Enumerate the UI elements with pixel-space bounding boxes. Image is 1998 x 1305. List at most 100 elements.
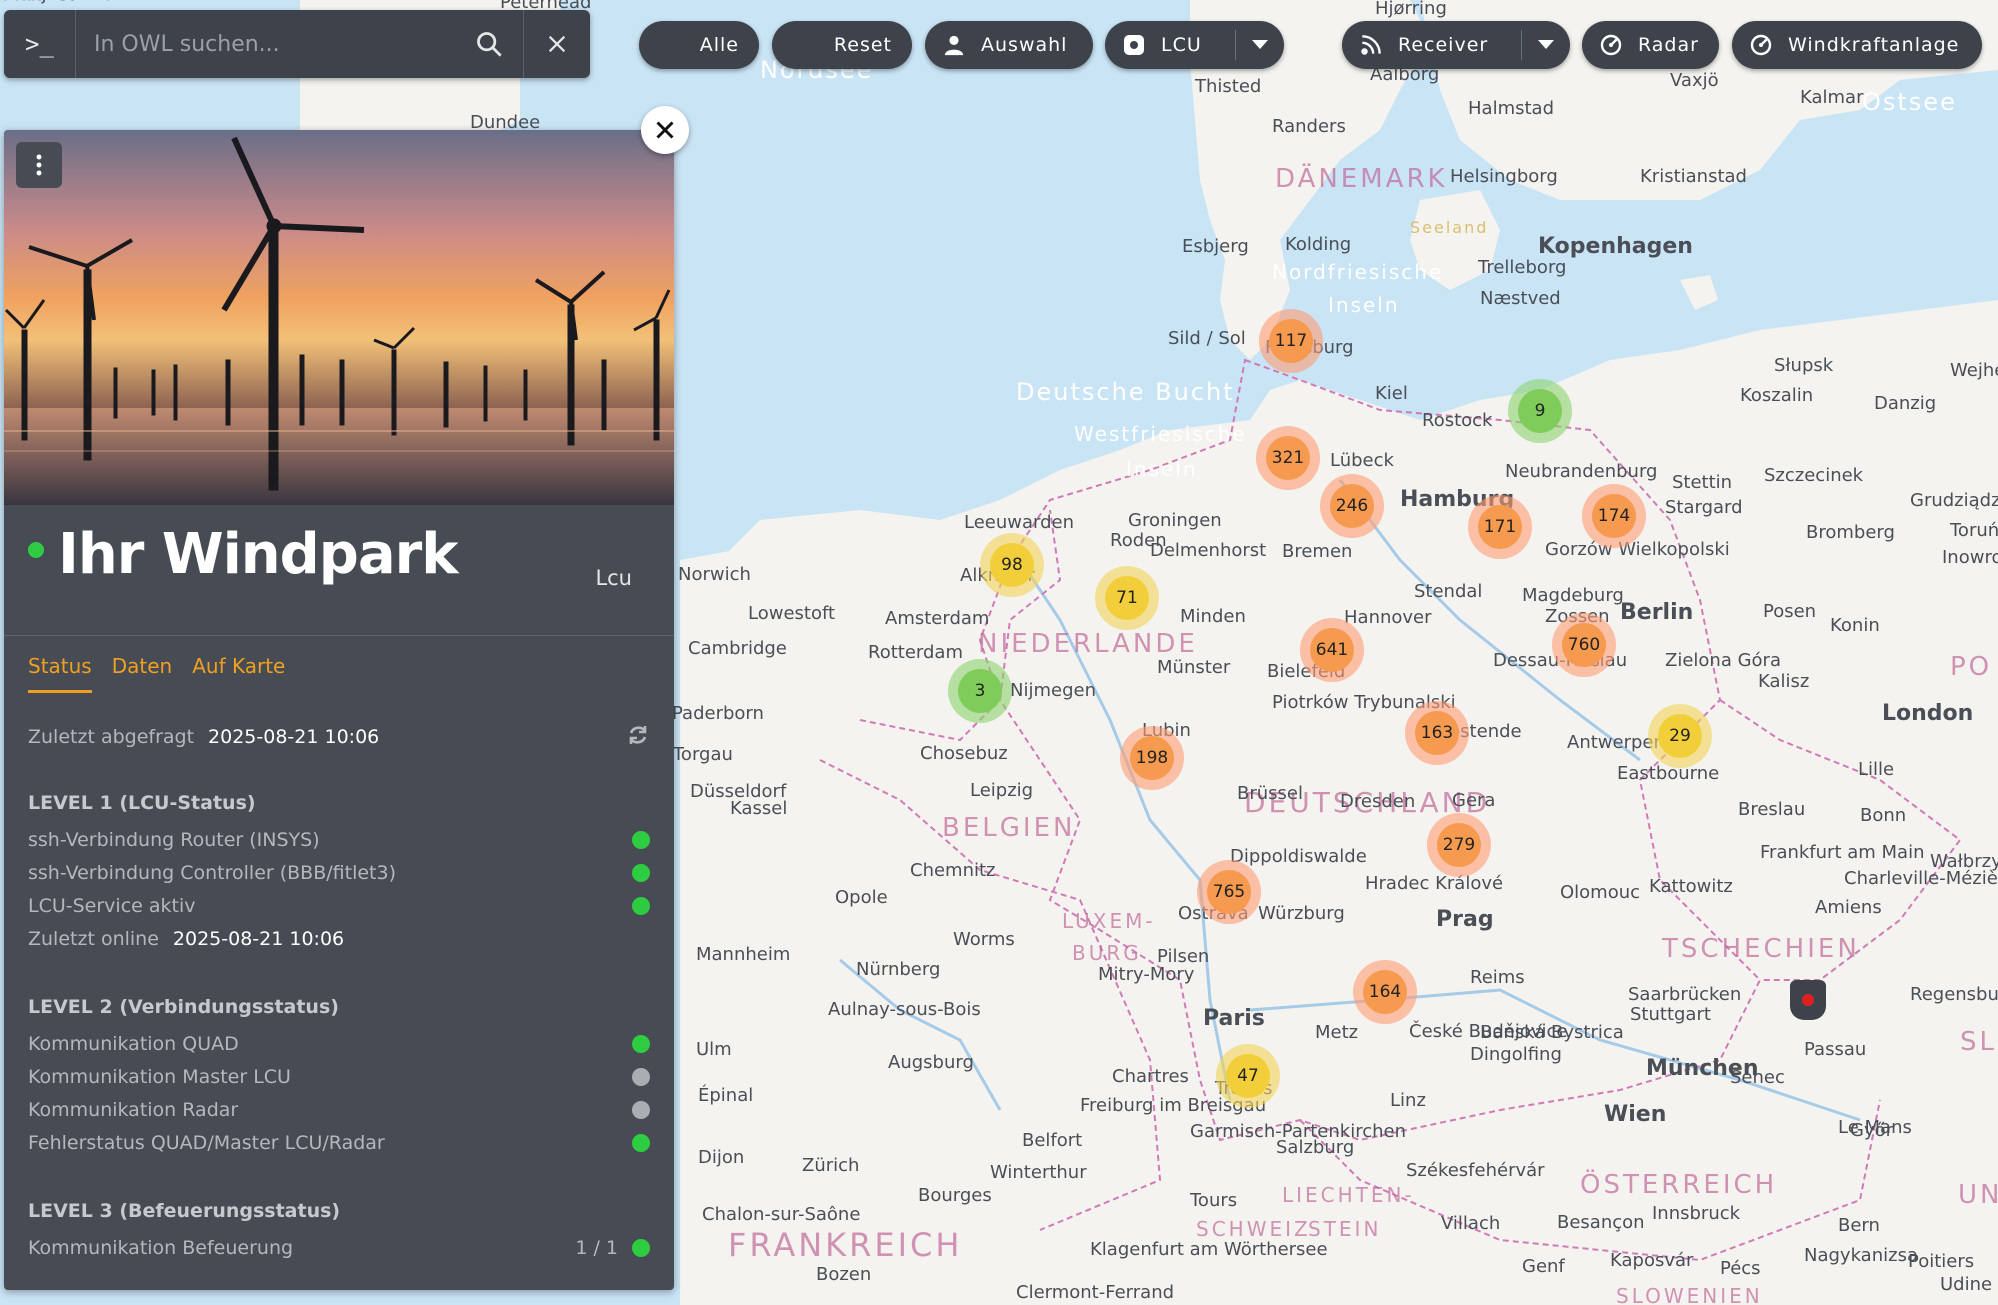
map-cluster[interactable]: 246 [1320, 474, 1384, 538]
city-label: Wien [1604, 1102, 1666, 1127]
status-dot [632, 1035, 650, 1053]
map-cluster[interactable]: 9 [1508, 379, 1572, 443]
city-label: Leipzig [970, 780, 1033, 801]
lcu-icon [1121, 32, 1147, 58]
clear-search-icon[interactable] [524, 10, 590, 78]
map-cluster[interactable]: 279 [1427, 813, 1491, 877]
city-label: Opole [835, 887, 888, 908]
map-cluster[interactable]: 98 [980, 533, 1044, 597]
cluster-count: 641 [1310, 628, 1354, 672]
map-cluster[interactable]: 47 [1216, 1044, 1280, 1108]
map-cluster[interactable]: 641 [1300, 618, 1364, 682]
city-label: Hradec Králové [1365, 873, 1503, 894]
map-cluster[interactable]: 171 [1468, 495, 1532, 559]
city-label: Subotica [0, 0, 78, 5]
status-row: ssh-Verbindung Controller (BBB/fitlet3) [28, 858, 650, 888]
search-icon[interactable] [454, 10, 524, 78]
city-label: Cambridge [688, 638, 787, 659]
cluster-count: 29 [1658, 714, 1702, 758]
city-label: Vaxjö [1670, 70, 1719, 91]
windpark-photo [4, 130, 674, 505]
filter-lcu-label: LCU [1161, 34, 1202, 56]
map-cluster[interactable]: 760 [1552, 613, 1616, 677]
receiver-icon [1358, 32, 1384, 58]
map-cluster[interactable]: 3 [948, 659, 1012, 723]
status-label: LCU-Service aktiv [28, 895, 196, 917]
radar-icon [1748, 32, 1774, 58]
svg-text:DÄNEMARK: DÄNEMARK [1275, 162, 1448, 194]
search-bar: >_ [4, 9, 590, 79]
tab-data[interactable]: Daten [112, 654, 172, 693]
status-row: LCU-Service aktiv [28, 891, 650, 921]
cluster-count: 163 [1415, 711, 1459, 755]
svg-text:LIECHTEN-: LIECHTEN- [1282, 1183, 1415, 1207]
city-label: Lowestoft [748, 603, 835, 624]
refresh-icon[interactable] [626, 723, 650, 752]
filter-reset-button[interactable]: Reset [772, 21, 912, 69]
status-dot [632, 1134, 650, 1152]
city-label: Linz [1390, 1090, 1426, 1111]
map-cluster[interactable]: 164 [1353, 960, 1417, 1024]
filter-receiver-button[interactable]: Receiver [1342, 21, 1570, 69]
city-label: Eastbourne [1617, 763, 1719, 784]
city-label: Poitiers [1908, 1251, 1974, 1272]
city-label: Breslau [1738, 799, 1805, 820]
map-cluster[interactable]: 765 [1197, 860, 1261, 924]
city-label: Helsingborg [1450, 166, 1558, 187]
terminal-icon[interactable]: >_ [4, 10, 76, 78]
svg-text:UN: UN [1958, 1180, 1998, 1210]
chevron-down-icon[interactable] [1235, 30, 1284, 60]
lighting-count: 1 / 1 [575, 1237, 618, 1259]
city-label: Chartres [1112, 1066, 1189, 1087]
map-cluster[interactable]: 321 [1256, 426, 1320, 490]
selected-windpark-marker[interactable] [1790, 980, 1826, 1020]
tab-on-map[interactable]: Auf Karte [192, 654, 285, 693]
city-label: Magdeburg [1522, 585, 1624, 606]
map-cluster[interactable]: 174 [1582, 484, 1646, 548]
map-cluster[interactable]: 117 [1259, 309, 1323, 373]
status-dot [632, 1068, 650, 1086]
status-dot [632, 1101, 650, 1119]
city-label: Norwich [678, 564, 751, 585]
city-label: Épinal [698, 1084, 753, 1106]
city-label: Bozen [816, 1264, 871, 1285]
cluster-count: 117 [1269, 319, 1313, 363]
filter-radar-button[interactable]: Radar [1582, 21, 1719, 69]
city-label: Rostock [1422, 410, 1493, 431]
svg-text:NIEDERLANDE: NIEDERLANDE [978, 629, 1198, 659]
filter-lcu-button[interactable]: LCU [1105, 21, 1284, 69]
map-cluster[interactable]: 29 [1648, 704, 1712, 768]
svg-text:Ostsee: Ostsee [1862, 88, 1957, 116]
city-label: Chosebuz [920, 743, 1008, 764]
city-label: Belfort [1022, 1130, 1082, 1151]
filter-selection-button[interactable]: Auswahl [925, 21, 1093, 69]
svg-text:Seeland: Seeland [1410, 218, 1488, 237]
filter-all-button[interactable]: Alle [639, 21, 759, 69]
city-label: Toruń [1949, 520, 1998, 541]
search-input[interactable] [76, 9, 454, 79]
city-label: Næstved [1480, 288, 1561, 309]
map-cluster[interactable]: 198 [1120, 726, 1184, 790]
panel-menu-button[interactable] [16, 142, 62, 188]
city-label: Chemnitz [910, 860, 996, 881]
map-cluster[interactable]: 71 [1095, 566, 1159, 630]
last-online-value: 2025-08-21 10:06 [172, 928, 345, 950]
city-label: Győr [1850, 1120, 1894, 1141]
city-label: Kattowitz [1649, 876, 1733, 897]
city-label: Paderborn [672, 703, 764, 724]
filter-wind-turbine-button[interactable]: Windkraftanlage [1732, 21, 1982, 69]
status-label: ssh-Verbindung Router (INSYS) [28, 829, 320, 851]
city-label: Ulm [696, 1039, 732, 1060]
tab-status[interactable]: Status [28, 654, 92, 693]
city-label: Groningen [1128, 510, 1222, 531]
city-label: Randers [1272, 116, 1346, 137]
close-panel-button[interactable] [641, 106, 689, 154]
filter-selection-label: Auswahl [981, 34, 1068, 56]
city-label: Halmstad [1468, 98, 1554, 119]
chevron-down-icon[interactable] [1521, 30, 1570, 60]
map-cluster[interactable]: 163 [1405, 701, 1469, 765]
city-label: Passau [1804, 1039, 1866, 1060]
cluster-count: 9 [1518, 389, 1562, 433]
city-label: Bern [1838, 1215, 1880, 1236]
city-label: Kassel [730, 798, 787, 819]
